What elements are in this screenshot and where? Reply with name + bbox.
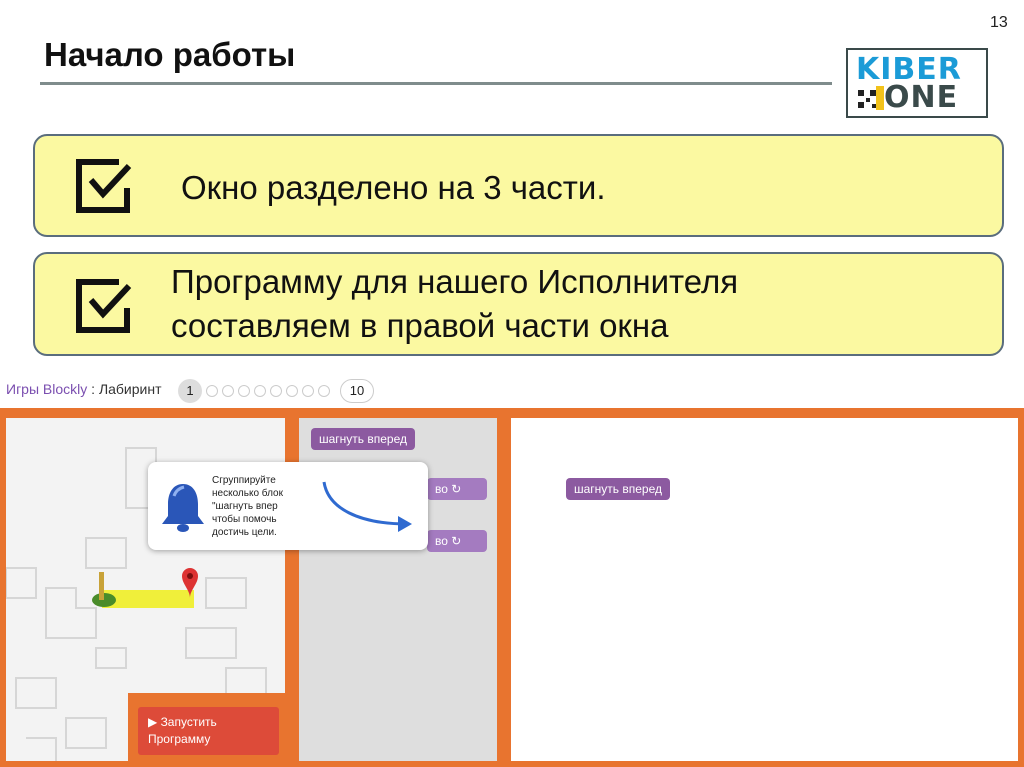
play-icon: ▶ <box>148 715 161 729</box>
level-dot[interactable] <box>318 385 330 397</box>
tooltip-line-1: Сгруппируйте <box>212 475 276 486</box>
block-turn[interactable]: во ↻ <box>427 530 487 552</box>
block-turn[interactable]: во ↻ <box>427 478 487 500</box>
level-dot[interactable] <box>254 385 266 397</box>
logo-bar <box>876 86 884 110</box>
level-current[interactable]: 1 <box>178 379 202 403</box>
kiber-one-logo: KIBER ONE <box>846 48 988 118</box>
game-title-link[interactable]: Игры Blockly <box>6 381 87 397</box>
tooltip-line-4: чтобы помочь <box>212 514 277 525</box>
bell-icon <box>162 484 204 532</box>
point-text-2-line-2: составляем в правой части окна <box>171 307 669 344</box>
level-dot[interactable] <box>270 385 282 397</box>
run-button-line-1: Запустить <box>160 715 217 729</box>
checkbox-checked-icon <box>76 159 132 213</box>
workspace-panel: шагнуть вперед <box>505 412 1024 767</box>
tooltip-text: Сгруппируйте несколько блок "шагнуть впе… <box>212 474 312 539</box>
checkbox-checked-icon <box>76 279 132 333</box>
level-dot[interactable] <box>302 385 314 397</box>
run-button-line-2: Программу <box>148 732 211 746</box>
block-move-forward[interactable]: шагнуть вперед <box>566 478 671 500</box>
tooltip-line-5: достичь цели. <box>212 527 277 538</box>
game-level-name: Лабиринт <box>98 381 162 397</box>
level-last[interactable]: 10 <box>340 379 374 403</box>
hint-tooltip: Сгруппируйте несколько блок "шагнуть впе… <box>148 462 428 550</box>
level-dot[interactable] <box>286 385 298 397</box>
tooltip-line-2: несколько блок <box>212 488 283 499</box>
block-move-forward[interactable]: шагнуть вперед <box>311 428 416 450</box>
run-program-button[interactable]: ▶ Запустить Программу <box>138 707 279 755</box>
game-title: Игры Blockly : Лабиринт <box>6 381 162 397</box>
level-dot[interactable] <box>206 385 218 397</box>
title-divider <box>40 82 832 85</box>
qr-code-icon <box>858 90 876 108</box>
slide-number: 13 <box>990 14 1008 31</box>
slide-title: Начало работы <box>44 36 296 73</box>
game-title-separator: : <box>87 381 99 397</box>
run-button-frame: ▶ Запустить Программу <box>128 693 288 767</box>
point-text-1: Окно разделено на 3 части. <box>181 169 606 206</box>
point-box-2: Программу для нашего Исполнителя составл… <box>33 252 1004 356</box>
point-text-2-line-1: Программу для нашего Исполнителя <box>171 263 739 300</box>
arrow-icon <box>322 481 412 532</box>
workspace-area[interactable]: шагнуть вперед <box>511 418 1018 761</box>
logo-line-2: ONE <box>884 80 959 115</box>
point-box-1: Окно разделено на 3 части. <box>33 134 1004 237</box>
level-dot[interactable] <box>238 385 250 397</box>
level-dot[interactable] <box>222 385 234 397</box>
tooltip-line-3: "шагнуть впер <box>212 501 278 512</box>
